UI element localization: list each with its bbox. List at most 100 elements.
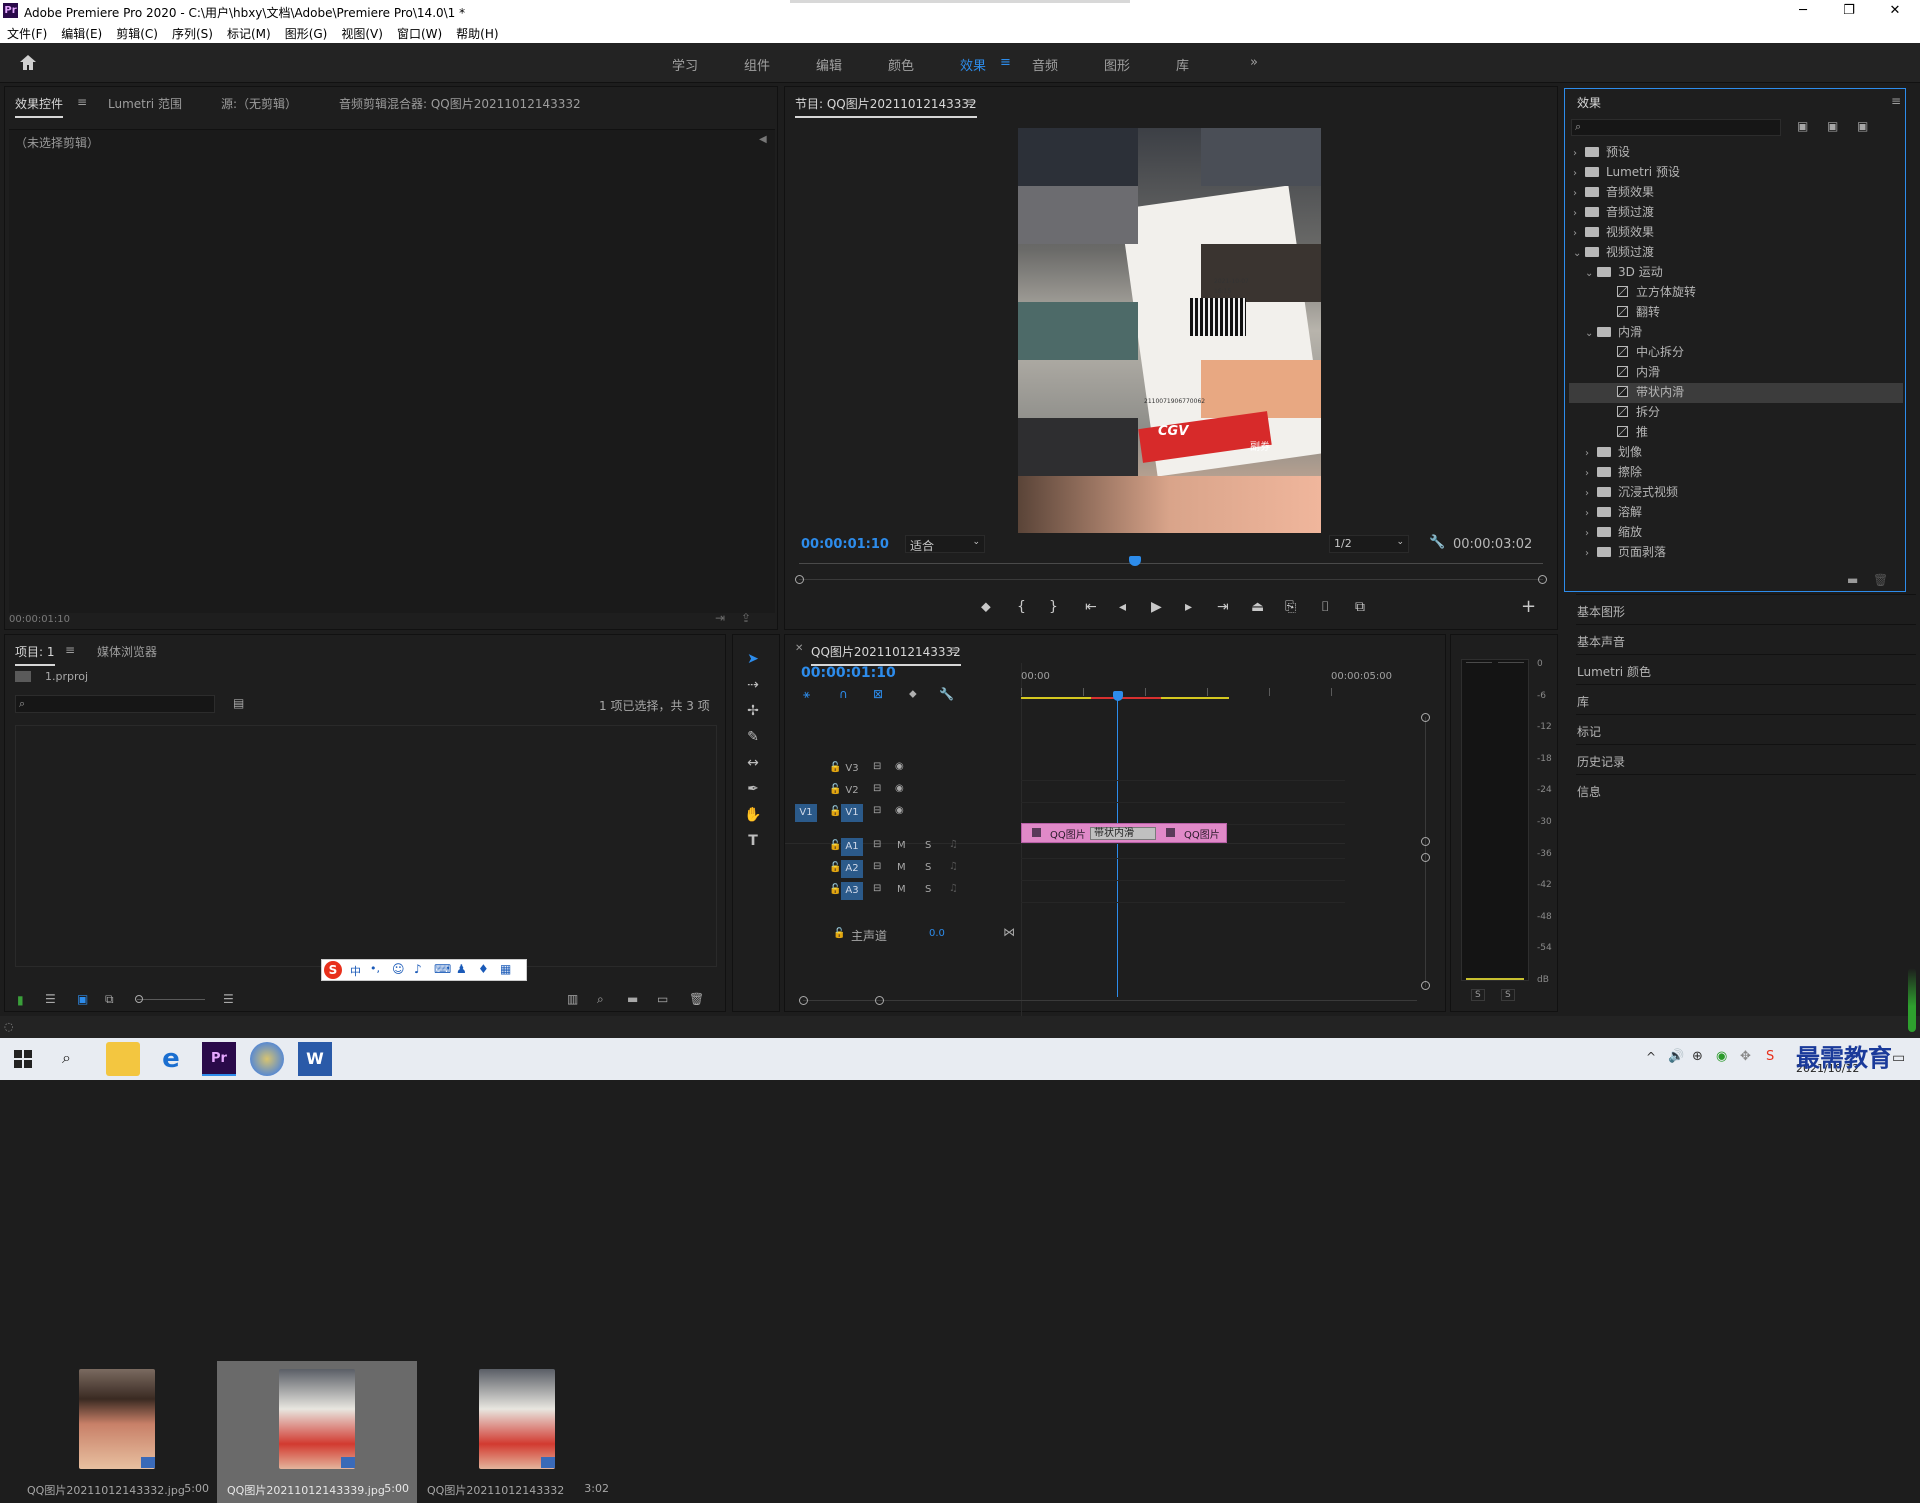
effect-folder[interactable]: › 擦除 <box>1569 463 1903 483</box>
sync-lock-icon[interactable]: ⊟ <box>873 805 881 816</box>
master-go-to-end-icon[interactable]: ⋈ <box>1003 925 1015 939</box>
tray-chevron-icon[interactable]: ^ <box>1646 1050 1656 1064</box>
tray-volume-icon[interactable]: 🔊 <box>1668 1049 1684 1064</box>
menu-window[interactable]: 窗口(W) <box>390 22 449 42</box>
go-to-in-icon[interactable]: ⇤ <box>1085 599 1097 615</box>
track-target-label[interactable]: V3 <box>841 760 863 778</box>
slip-tool-icon[interactable]: ↔ <box>741 755 765 777</box>
track-lock-icon[interactable]: 🔓 <box>829 806 841 817</box>
timeline-timecode[interactable]: 00:00:01:10 <box>801 665 896 681</box>
ime-user-icon[interactable]: ♟ <box>456 962 467 976</box>
ripple-edit-tool-icon[interactable]: ✢ <box>741 703 765 725</box>
maximize-button[interactable]: ❐ <box>1826 0 1872 22</box>
effect-item[interactable]: 带状内滑 <box>1569 383 1903 403</box>
fit-dropdown[interactable]: 适合 ⌄ <box>905 535 985 553</box>
new-item-icon[interactable]: ▭ <box>657 992 668 1006</box>
program-ruler[interactable] <box>799 563 1543 564</box>
nest-icon[interactable]: ⚹ <box>803 687 810 702</box>
browser-app-icon[interactable] <box>250 1042 284 1076</box>
tray-network-icon[interactable]: ⊕ <box>1692 1049 1703 1064</box>
selection-tool-icon[interactable]: ➤ <box>741 651 765 673</box>
effects-search-input[interactable]: ⌕ <box>1571 119 1781 136</box>
find-icon[interactable]: ⌕ <box>597 992 604 1007</box>
h-scroll-handle-left[interactable] <box>799 996 808 1005</box>
automate-to-sequence-icon[interactable]: ▥ <box>567 992 578 1006</box>
track-lock-icon[interactable]: 🔓 <box>829 784 841 795</box>
close-sequence-icon[interactable]: ✕ <box>795 643 803 654</box>
menu-view[interactable]: 视图(V) <box>334 22 390 42</box>
track-lock-icon[interactable]: 🔓 <box>829 840 841 851</box>
chevron-right-icon[interactable]: › <box>1585 448 1597 459</box>
solo-button[interactable]: S <box>925 884 931 895</box>
settings-wrench-icon[interactable]: 🔧 <box>1429 535 1445 550</box>
new-search-bin-icon[interactable]: ▤ <box>233 696 244 710</box>
tray-sogou-icon[interactable]: S <box>1766 1049 1774 1064</box>
meter-solo-left[interactable]: S <box>1471 989 1485 1001</box>
effect-folder[interactable]: › 溶解 <box>1569 503 1903 523</box>
timeline-v-scroll[interactable] <box>1425 717 1426 987</box>
menu-sequence[interactable]: 序列(S) <box>165 22 220 42</box>
workspace-tab-color[interactable]: 颜色 <box>888 55 914 74</box>
list-view-icon[interactable]: ☰ <box>45 992 56 1006</box>
freeform-view-icon[interactable]: ⧉ <box>105 992 114 1007</box>
workspace-tab-editing[interactable]: 编辑 <box>816 55 842 74</box>
track-target-label[interactable]: V2 <box>841 782 863 800</box>
type-tool-icon[interactable]: T <box>741 833 765 855</box>
timeline-playhead[interactable] <box>1113 691 1123 701</box>
side-panel-item[interactable]: 标记 <box>1576 714 1916 744</box>
chevron-right-icon[interactable]: › <box>1573 148 1585 159</box>
resolution-dropdown[interactable]: 1/2 ⌄ <box>1329 535 1409 553</box>
transition-block[interactable]: 带状内滑 <box>1090 827 1156 840</box>
edge-browser-icon[interactable]: e <box>154 1042 188 1076</box>
v-scroll-handle-a[interactable] <box>1421 853 1430 862</box>
audio-track-lane[interactable] <box>1021 881 1345 903</box>
v-scroll-handle-mid[interactable] <box>1421 837 1430 846</box>
effect-item[interactable]: 内滑 <box>1569 363 1903 383</box>
notification-icon[interactable]: ▭ <box>1892 1050 1905 1066</box>
ime-voice-icon[interactable]: ♪ <box>414 962 422 976</box>
voiceover-mic-icon[interactable]: ♫ <box>949 839 958 850</box>
side-panel-item[interactable]: Lumetri 颜色 <box>1576 654 1916 684</box>
project-menu-icon[interactable]: ≡ <box>65 643 75 657</box>
windows-start-icon[interactable] <box>14 1050 32 1068</box>
chevron-down-icon[interactable]: ⌄ <box>1585 268 1597 279</box>
menu-markers[interactable]: 标记(M) <box>220 22 278 42</box>
track-select-tool-icon[interactable]: ⇢ <box>741 677 765 699</box>
step-back-icon[interactable]: ◂ <box>1119 599 1126 615</box>
linked-selection-icon[interactable]: ⊠ <box>873 687 883 701</box>
add-marker-icon[interactable]: ⬥ <box>981 599 991 615</box>
menu-graphics[interactable]: 图形(G) <box>278 22 335 42</box>
razor-tool-icon[interactable]: ✎ <box>741 729 765 751</box>
sync-lock-icon[interactable]: ⊟ <box>873 783 881 794</box>
premiere-taskbar-icon[interactable]: Pr <box>202 1042 236 1076</box>
tab-audio-clip-mixer[interactable]: 音频剪辑混合器: QQ图片20211012143332 <box>339 95 581 112</box>
more-workspaces-icon[interactable]: » <box>1250 55 1258 70</box>
project-item-selected[interactable]: QQ图片20211012143339.jpg 5:00 <box>217 1361 417 1503</box>
tab-sequence[interactable]: QQ图片20211012143332 <box>811 643 961 666</box>
side-panel-item[interactable]: 历史记录 <box>1576 744 1916 774</box>
minimize-button[interactable]: ─ <box>1780 0 1826 22</box>
source-patch-v1[interactable]: V1 <box>795 804 817 822</box>
v1-clip-group[interactable]: QQ图片 带状内滑 QQ图片 <box>1021 823 1227 843</box>
effect-folder[interactable]: › 沉浸式视频 <box>1569 483 1903 503</box>
zoom-handle-left[interactable] <box>795 575 804 584</box>
lift-icon[interactable]: ⏏ <box>1251 599 1264 615</box>
word-icon[interactable]: W <box>298 1042 332 1076</box>
mute-button[interactable]: M <box>897 862 906 873</box>
zoom-slider[interactable] <box>137 999 205 1000</box>
sync-lock-icon[interactable]: ⊟ <box>873 761 881 772</box>
effects-menu-icon[interactable]: ≡ <box>1891 94 1901 108</box>
effect-folder[interactable]: › 音频过渡 <box>1569 203 1903 223</box>
ime-toolbox-icon[interactable]: ▦ <box>500 962 511 976</box>
snap-icon[interactable]: ∩ <box>839 687 848 701</box>
chevron-right-icon[interactable]: › <box>1573 228 1585 239</box>
effect-folder[interactable]: ⌄ 内滑 <box>1569 323 1903 343</box>
track-target-label[interactable]: A2 <box>841 860 863 878</box>
track-lock-icon[interactable]: 🔓 <box>829 884 841 895</box>
menu-help[interactable]: 帮助(H) <box>449 22 505 42</box>
add-marker-timeline-icon[interactable]: ⬥ <box>909 687 917 701</box>
track-target-label[interactable]: A3 <box>841 882 863 900</box>
chevron-right-icon[interactable]: › <box>1573 188 1585 199</box>
v-scroll-handle-bottom[interactable] <box>1421 981 1430 990</box>
go-to-out-icon[interactable]: ⇥ <box>1217 599 1229 615</box>
